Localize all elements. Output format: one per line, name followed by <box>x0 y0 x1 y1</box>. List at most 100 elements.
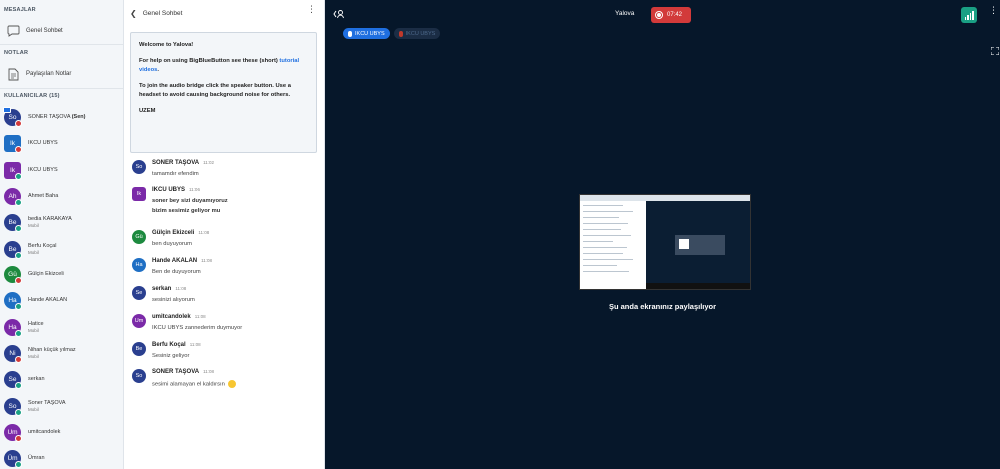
message-text-content: sesimi alamayan el kaldırsın <box>152 381 225 388</box>
message-content: serkan 11:08 sesinizi alıyorum <box>152 286 195 304</box>
connection-status-button[interactable] <box>961 7 977 23</box>
listen-only-icon <box>15 302 22 310</box>
chat-bubble-icon <box>6 24 20 38</box>
avatar: Um <box>4 423 22 442</box>
chat-options-icon[interactable]: ⋮ <box>307 5 316 13</box>
avatar-initials: So <box>135 164 143 170</box>
preview-line <box>583 253 623 254</box>
user-name: Gülçin Ekizceli <box>28 271 64 278</box>
talking-indicator[interactable]: IKCU UBYS <box>393 28 441 39</box>
user-info: SONER TAŞOVA (Sen) <box>28 114 85 121</box>
listen-only-icon <box>15 460 22 468</box>
talking-indicator[interactable]: IKCU UBYS <box>343 28 390 39</box>
user-list-item[interactable]: Üm Ümran <box>4 446 122 469</box>
user-info: umitcandolek <box>28 429 60 436</box>
avatar: So <box>4 397 22 416</box>
user-list-item[interactable]: Be Berfu Koçal Mobil <box>4 237 122 261</box>
user-name-text: Hande AKALAN <box>28 296 68 303</box>
avatar-initials: So <box>8 402 17 410</box>
user-list-item[interactable]: Gü Gülçin Ekizceli <box>4 262 122 286</box>
shared-notes-label: Paylaşılan Notlar <box>26 71 72 77</box>
message-time: 11:02 <box>203 160 215 165</box>
message-header: Gülçin Ekizceli 11:08 <box>152 230 209 238</box>
fullscreen-icon[interactable] <box>990 46 1000 57</box>
message-time: 11:08 <box>198 230 210 235</box>
mic-muted-icon <box>15 119 22 127</box>
avatar: Üm <box>4 449 22 468</box>
chat-message: Um umitcandolek 11:08 IKCU UBYS zanneder… <box>132 314 318 332</box>
user-list-item[interactable]: Ik IKCU UBYS <box>4 158 122 182</box>
user-list-item[interactable]: Ah Ahmet Baha <box>4 184 122 208</box>
preview-line <box>583 235 631 236</box>
user-name: Nihan küçük yılmaz <box>28 347 76 354</box>
user-name-text: IKCU UBYS <box>28 139 58 146</box>
avatar-initials: Ik <box>9 166 16 174</box>
message-content: Gülçin Ekizceli 11:08 ben duyuyorum <box>152 230 209 248</box>
recording-indicator[interactable]: 07:42 <box>651 7 691 23</box>
listen-only-icon <box>15 198 22 206</box>
chat-message: Be Berfu Koçal 11:08 Sesiniz geliyor <box>132 342 318 360</box>
user-name-text: bedia KARAKAYA <box>28 216 72 222</box>
avatar: So <box>3 106 22 127</box>
chat-panel: ❮ Genel Sohbet ⋮ Welcome to Yalova! For … <box>124 0 325 469</box>
avatar-initials: Ha <box>8 323 17 331</box>
welcome-message: Welcome to Yalova! For help on using Big… <box>130 32 317 153</box>
user-info: Berfu Koçal Mobil <box>28 243 56 255</box>
message-text: bizim sesimiz geliyor mu <box>152 208 228 215</box>
chevron-left-icon[interactable]: ❮ <box>130 9 137 18</box>
public-chat-item[interactable]: Genel Sohbet <box>6 22 118 40</box>
talking-indicators: IKCU UBYS IKCU UBYS <box>343 28 441 39</box>
listen-only-icon <box>15 381 22 389</box>
message-text-content: Sesiniz geliyor <box>152 352 190 359</box>
signal-bar <box>972 11 974 20</box>
avatar-initials: So <box>135 373 143 379</box>
screenshare-preview <box>579 194 751 290</box>
avatar-initials: Um <box>134 318 144 324</box>
listen-only-icon <box>15 251 22 259</box>
avatar: Se <box>132 286 146 300</box>
message-time: 11:08 <box>201 258 213 263</box>
record-icon <box>655 11 663 19</box>
user-role: Mobil <box>28 327 39 333</box>
chat-message: Se serkan 11:08 sesinizi alıyorum <box>132 286 318 304</box>
talker-name: IKCU UBYS <box>355 30 385 37</box>
mic-icon <box>348 30 352 37</box>
toggle-userlist-icon[interactable] <box>333 9 345 21</box>
avatar-initials: Be <box>8 245 17 253</box>
user-list-item[interactable]: So SONER TAŞOVA (Sen) <box>3 105 122 129</box>
user-list-item[interactable]: Be bedia KARAKAYA Mobil <box>4 210 122 234</box>
user-list-item[interactable]: Ni Nihan küçük yılmaz Mobil <box>4 341 122 365</box>
message-text-content: ben duyuyorum <box>152 240 192 247</box>
avatar: Um <box>132 314 146 328</box>
user-list-item[interactable]: Ha Hande AKALAN <box>4 288 122 312</box>
chat-header: ❮ Genel Sohbet ⋮ <box>124 0 324 26</box>
message-content: SONER TAŞOVA 11:08 sesimi alamayan el ka… <box>152 369 237 388</box>
avatar-initials: Be <box>135 346 143 352</box>
message-author: serkan <box>152 286 172 292</box>
message-text: Sesiniz geliyor <box>152 353 201 360</box>
user-list-item[interactable]: So Soner TAŞOVA Mobil <box>4 394 122 418</box>
user-name: bedia KARAKAYA <box>28 216 72 223</box>
avatar-initials: Ah <box>8 192 17 200</box>
message-text-content: Ben de duyuyorum <box>152 268 201 275</box>
message-header: Hande AKALAN 11:08 <box>152 258 212 266</box>
welcome-help: For help on using BigBlueButton see thes… <box>139 57 308 75</box>
user-info: Soner TAŞOVA Mobil <box>28 400 66 412</box>
message-content: IKCU UBYS 11:06 soner bey sizi duyamıyor… <box>152 187 228 215</box>
avatar: So <box>132 160 146 174</box>
shared-notes-item[interactable]: Paylaşılan Notlar <box>6 65 118 83</box>
user-list-item[interactable]: Se serkan <box>4 367 122 391</box>
message-text-content: sesinizi alıyorum <box>152 296 195 303</box>
avatar: Gü <box>4 265 22 284</box>
user-name-text: Gülçin Ekizceli <box>28 270 64 277</box>
user-list-item[interactable]: Um umitcandolek <box>4 420 122 444</box>
preview-line <box>583 223 628 224</box>
avatar-initials: Ni <box>9 349 16 357</box>
listen-only-icon <box>15 224 22 232</box>
options-menu-icon[interactable]: ⋮ <box>989 6 998 14</box>
message-author: Hande AKALAN <box>152 258 198 264</box>
user-name-text: Nihan küçük yılmaz <box>28 347 76 353</box>
user-list-item[interactable]: Ik IKCU UBYS <box>4 131 122 155</box>
user-list-item[interactable]: Ha Hatice Mobil <box>4 315 122 339</box>
preview-line <box>583 205 623 206</box>
